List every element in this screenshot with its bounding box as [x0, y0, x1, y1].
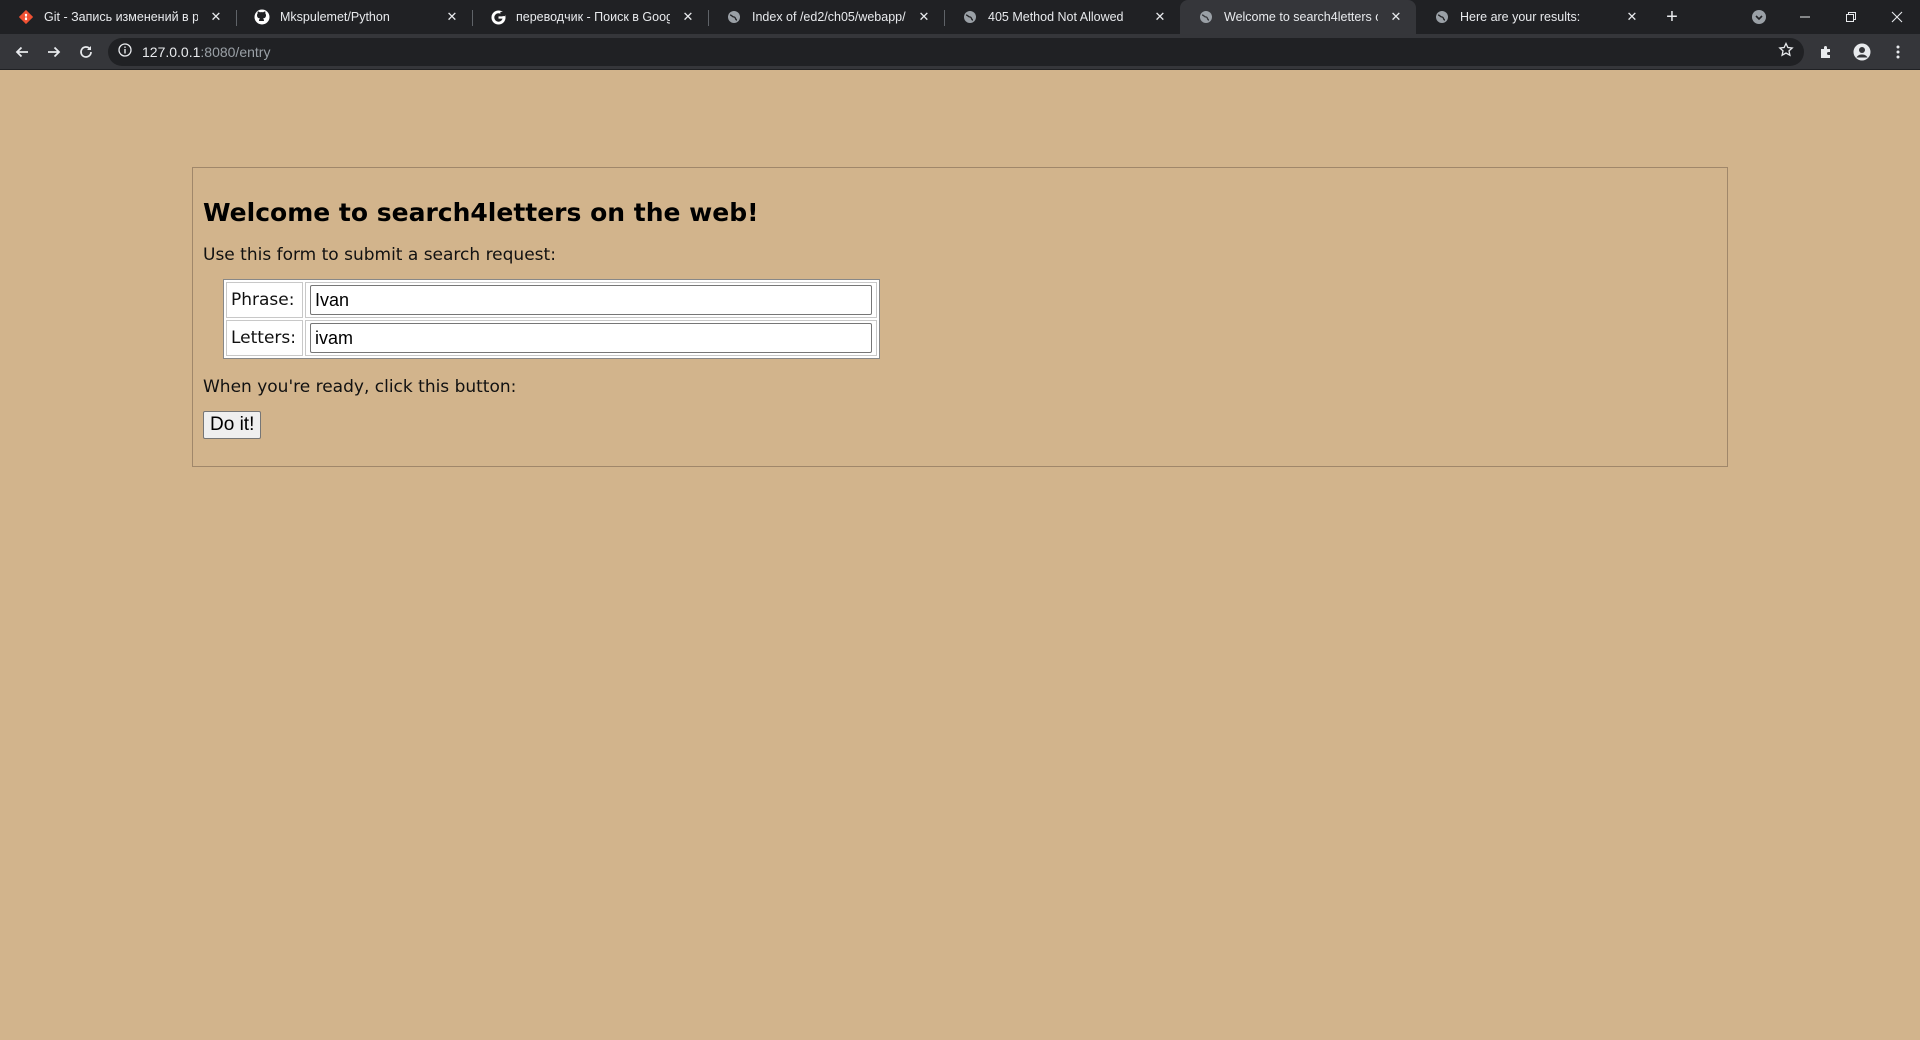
address-bar[interactable]: 127.0.0.1:8080/entry — [108, 37, 1804, 66]
page-viewport: Welcome to search4letters on the web! Us… — [0, 70, 1920, 1040]
tab-search-icon[interactable] — [1736, 0, 1782, 34]
menu-kebab-icon[interactable] — [1882, 36, 1914, 68]
reload-icon[interactable] — [70, 36, 102, 68]
close-icon[interactable]: ✕ — [916, 9, 932, 25]
toolbar-actions — [1810, 36, 1914, 68]
new-tab-button[interactable]: + — [1652, 0, 1692, 34]
google-icon — [490, 9, 506, 25]
tabstrip-spacer — [1692, 0, 1736, 34]
letters-cell — [305, 320, 877, 356]
intro-text: Use this form to submit a search request… — [203, 245, 556, 265]
tab-results[interactable]: Here are your results: ✕ — [1416, 0, 1652, 34]
profile-icon[interactable] — [1846, 36, 1878, 68]
search-form-table: Phrase: Letters: — [223, 279, 880, 359]
tab-search4letters[interactable]: Welcome to search4letters on th ✕ — [1180, 0, 1416, 34]
close-icon[interactable]: ✕ — [444, 9, 460, 25]
tab-title: 405 Method Not Allowed — [988, 10, 1124, 24]
close-icon[interactable]: ✕ — [208, 9, 224, 25]
globe-icon — [962, 9, 978, 25]
letters-input[interactable] — [310, 323, 872, 353]
tab-title: Welcome to search4letters on th — [1224, 10, 1378, 24]
ready-text: When you're ready, click this button: — [203, 377, 517, 397]
close-icon[interactable]: ✕ — [1624, 9, 1640, 25]
phrase-input[interactable] — [310, 285, 872, 315]
close-icon[interactable]: ✕ — [680, 9, 696, 25]
browser-toolbar: 127.0.0.1:8080/entry — [0, 34, 1920, 70]
tab-title: переводчик - Поиск в Google — [516, 10, 670, 24]
globe-icon — [726, 9, 742, 25]
tab-strip: Git - Запись изменений в репо ✕ Mkspulem… — [0, 0, 1920, 34]
tab-title: Index of /ed2/ch05/webapp/ — [752, 10, 906, 24]
info-icon[interactable] — [118, 43, 132, 60]
tab-index[interactable]: Index of /ed2/ch05/webapp/ ✕ — [708, 0, 944, 34]
tab-title: Mkspulemet/Python — [280, 10, 390, 24]
close-icon[interactable]: ✕ — [1388, 9, 1404, 25]
submit-button[interactable]: Do it! — [203, 411, 262, 439]
phrase-row: Phrase: — [226, 282, 877, 318]
letters-row: Letters: — [226, 320, 877, 356]
git-icon — [18, 9, 34, 25]
github-icon — [254, 9, 270, 25]
globe-icon — [1434, 9, 1450, 25]
tab-google[interactable]: переводчик - Поиск в Google ✕ — [472, 0, 708, 34]
bookmark-star-icon[interactable] — [1778, 41, 1794, 61]
tab-title: Git - Запись изменений в репо — [44, 10, 198, 24]
url-text: 127.0.0.1:8080/entry — [142, 44, 270, 60]
tab-title: Here are your results: — [1460, 10, 1581, 24]
page-title: Welcome to search4letters on the web! — [203, 198, 759, 227]
extensions-icon[interactable] — [1810, 36, 1842, 68]
globe-icon — [1198, 9, 1214, 25]
tab-git[interactable]: Git - Запись изменений в репо ✕ — [0, 0, 236, 34]
forward-icon[interactable] — [38, 36, 70, 68]
tab-405[interactable]: 405 Method Not Allowed ✕ — [944, 0, 1180, 34]
phrase-cell — [305, 282, 877, 318]
back-icon[interactable] — [6, 36, 38, 68]
letters-label: Letters: — [226, 320, 303, 356]
url-host: 127.0.0.1 — [142, 43, 201, 60]
tab-github[interactable]: Mkspulemet/Python ✕ — [236, 0, 472, 34]
minimize-icon[interactable] — [1782, 0, 1828, 34]
content-panel: Welcome to search4letters on the web! Us… — [192, 167, 1728, 467]
close-icon[interactable]: ✕ — [1152, 9, 1168, 25]
close-window-icon[interactable] — [1874, 0, 1920, 34]
phrase-label: Phrase: — [226, 282, 303, 318]
restore-icon[interactable] — [1828, 0, 1874, 34]
url-path: :8080/entry — [200, 43, 271, 60]
